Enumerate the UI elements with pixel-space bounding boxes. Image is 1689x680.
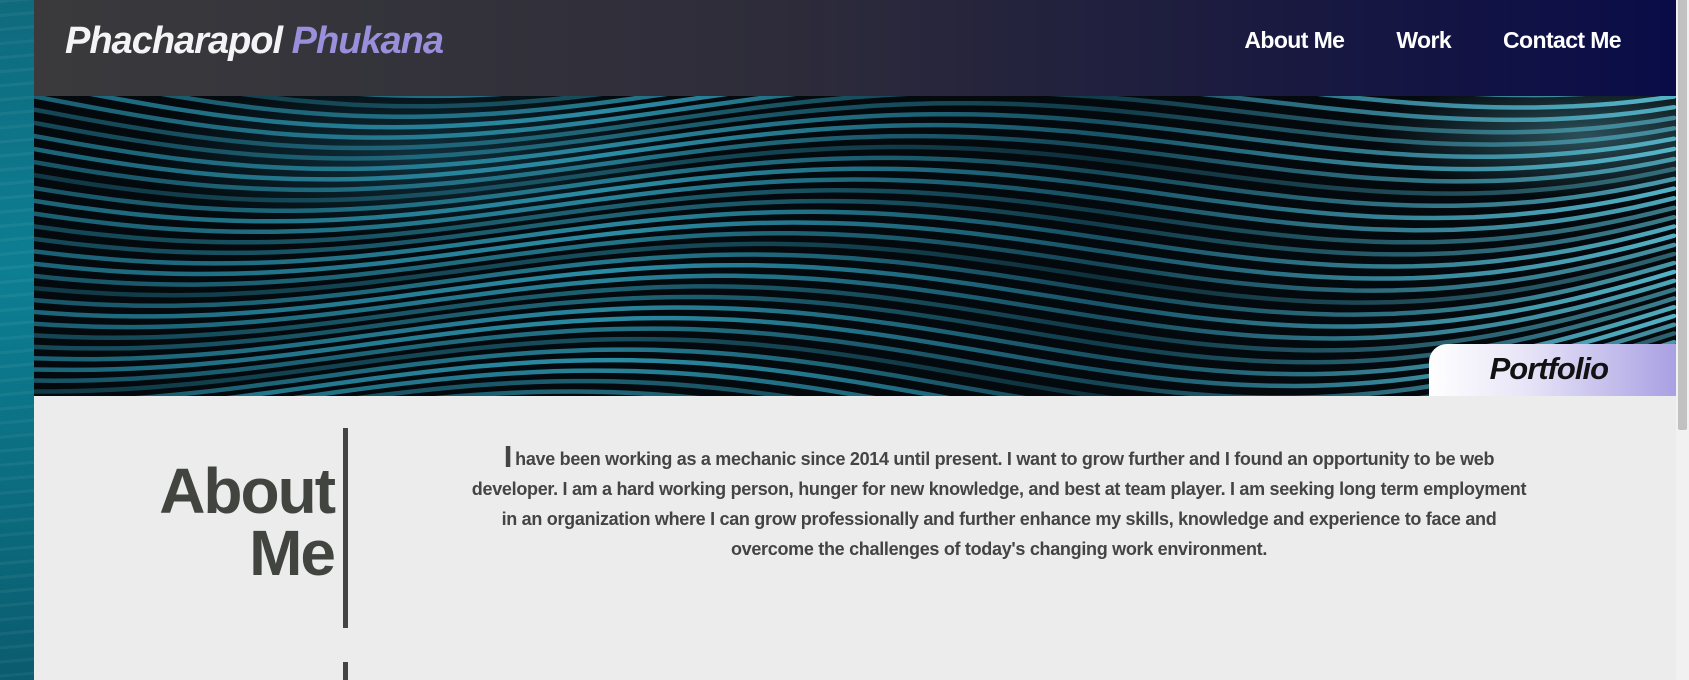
about-heading-line1: About (159, 455, 336, 527)
about-heading: About Me (159, 455, 336, 589)
main-nav: About Me Work Contact Me (1244, 27, 1621, 54)
nav-contact-me-link[interactable]: Contact Me (1503, 27, 1622, 54)
portfolio-label: Portfolio (1489, 351, 1609, 386)
brand-last-name: Phukana (291, 20, 444, 62)
about-drop-cap: I (503, 439, 513, 474)
about-text-body: have been working as a mechanic since 20… (471, 449, 1527, 559)
nav-about-me-link[interactable]: About Me (1244, 27, 1345, 54)
about-heading-line2: Me (249, 517, 336, 589)
nav-work-link[interactable]: Work (1396, 27, 1451, 54)
section-divider-line-next (343, 662, 348, 680)
section-divider-line (343, 428, 348, 628)
brand-first-name: Phacharapol (65, 20, 283, 62)
page: Phacharapol Phukana About Me Work Contac… (34, 0, 1676, 680)
scrollbar[interactable] (1676, 0, 1689, 680)
brand-logo[interactable]: Phacharapol Phukana (65, 20, 444, 63)
hero-wave-image (34, 96, 1676, 396)
about-paragraph: Ihave been working as a mechanic since 2… (464, 439, 1534, 564)
background-ocean-strip (0, 0, 34, 680)
site-header: Phacharapol Phukana About Me Work Contac… (34, 0, 1676, 96)
hero-banner (34, 96, 1676, 396)
scrollbar-thumb[interactable] (1678, 0, 1687, 430)
portfolio-tab[interactable]: Portfolio (1429, 344, 1676, 396)
